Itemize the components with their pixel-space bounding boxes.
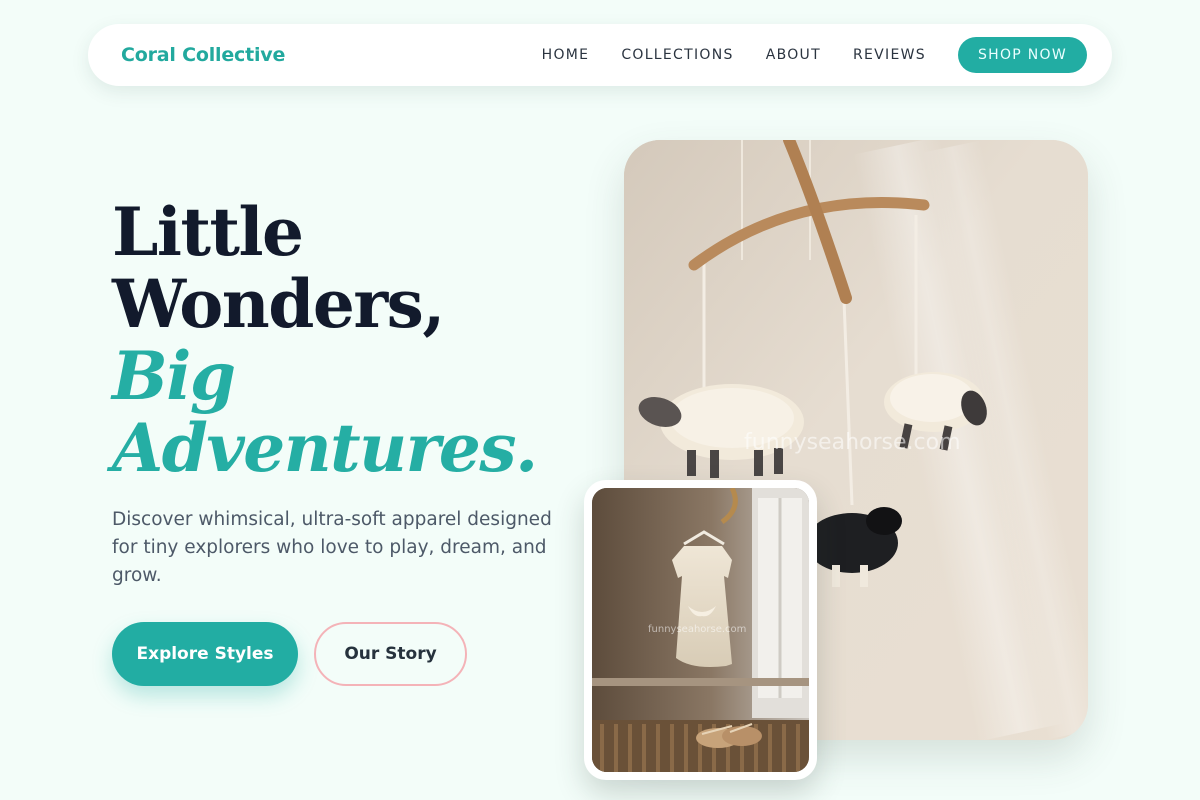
our-story-button[interactable]: Our Story xyxy=(314,622,467,686)
top-navbar: Coral Collective HOME COLLECTIONS ABOUT … xyxy=(88,24,1112,86)
hero-description: Discover whimsical, ultra-soft apparel d… xyxy=(112,509,552,586)
nav-link-about[interactable]: ABOUT xyxy=(766,47,821,63)
nav-link-home[interactable]: HOME xyxy=(542,47,590,63)
radiator xyxy=(592,720,809,772)
headline-line-1: Little xyxy=(112,193,304,271)
headline-line-4: Adventures. xyxy=(112,409,538,487)
brand-logo[interactable]: Coral Collective xyxy=(121,44,285,66)
hero-headline: Little Wonders, Big Adventures. xyxy=(112,196,592,484)
main-image-watermark: funnyseahorse.com xyxy=(744,430,961,455)
shop-now-button[interactable]: SHOP NOW xyxy=(957,37,1087,73)
headline-line-3: Big xyxy=(112,337,236,415)
small-image-watermark: funnyseahorse.com xyxy=(648,624,747,635)
hero-secondary-image-frame: funnyseahorse.com xyxy=(584,480,817,780)
nav-link-reviews[interactable]: REVIEWS xyxy=(853,47,926,63)
headline-line-2: Wonders, xyxy=(112,265,445,343)
hero-secondary-image: funnyseahorse.com xyxy=(592,488,809,772)
nav-links: HOME COLLECTIONS ABOUT REVIEWS SHOP NOW xyxy=(542,37,1087,73)
nav-link-collections[interactable]: COLLECTIONS xyxy=(621,47,733,63)
explore-styles-button[interactable]: Explore Styles xyxy=(112,622,298,686)
